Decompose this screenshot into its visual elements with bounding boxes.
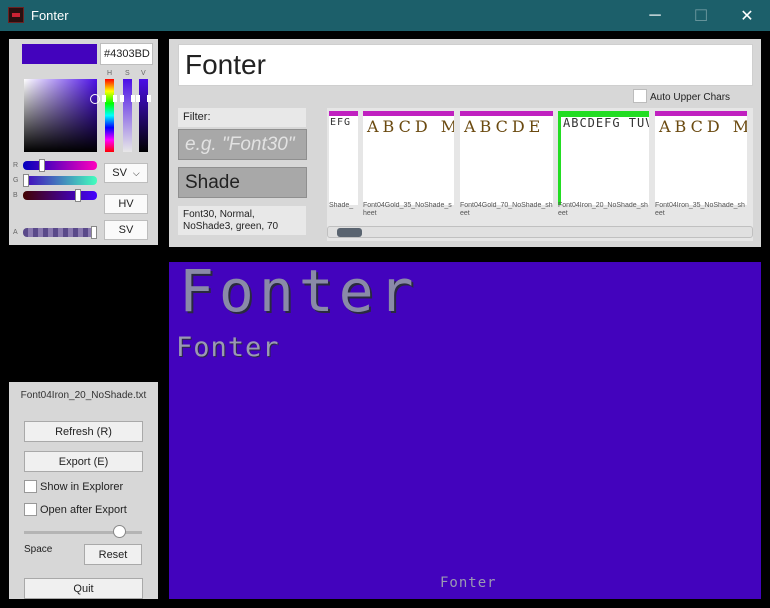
saturation-value-area[interactable] [24, 79, 97, 152]
sv-button[interactable]: SV [104, 220, 148, 240]
open-after-export-label: Open after Export [40, 504, 127, 516]
thumbnail-caption: Font04Iron_20_NoShade_sheet [558, 202, 648, 217]
text-input[interactable]: Fonter [178, 44, 753, 86]
sv-marker[interactable] [90, 94, 100, 104]
quit-button[interactable]: Quit [24, 578, 143, 599]
thumbnail-scrollbar[interactable] [327, 226, 753, 238]
font-thumbnail[interactable]: ABCDE MNOPQ YZabc klmno wxyz( Font04Gold… [460, 111, 553, 219]
current-file-name: Font04Iron_20_NoShade.txt [20, 390, 147, 401]
app-icon [8, 7, 24, 23]
title-bar: Fonter ─ ☐ ✕ [0, 0, 770, 31]
red-slider-knob[interactable] [39, 159, 45, 172]
scrollbar-thumb[interactable] [337, 228, 362, 237]
maximize-button[interactable]: ☐ [678, 0, 724, 31]
font-info-line2: NoShade3, green, 70 [183, 221, 279, 232]
font-thumbnail[interactable]: ABCD MNOP YZab klmn wxyz Font04Iron_35_N… [655, 111, 747, 219]
alpha-label: A [13, 229, 18, 236]
thumbnail-caption: Font04Gold_35_NoShade_sheet [363, 202, 452, 217]
alpha-slider-knob[interactable] [91, 226, 97, 239]
space-slider-knob[interactable] [113, 525, 126, 538]
thumbnail-caption: Font04Iron_35_NoShade_sheet [655, 202, 745, 217]
color-swatch [22, 44, 97, 64]
hex-color-input[interactable]: #4303BD [100, 43, 153, 65]
window-title: Fonter [31, 8, 69, 23]
show-in-explorer-label: Show in Explorer [40, 481, 124, 493]
preview-text-medium: Fonter [176, 332, 280, 363]
close-button[interactable]: ✕ [724, 0, 770, 31]
blue-slider[interactable] [23, 191, 97, 200]
green-label: G [13, 177, 19, 184]
font-thumbnail[interactable]: EFG XYZ s t u : , ` \ / Shade_ [329, 111, 358, 219]
red-slider[interactable] [23, 161, 97, 170]
font-thumbnails: EFG XYZ s t u : , ` \ / Shade_ ABCD MNOP… [327, 108, 753, 224]
thumbnail-glyphs: ABCD MNOP YZab klmn wxyz [363, 111, 454, 205]
color-mode-value: SV [112, 167, 127, 179]
thumbnail-glyphs: ABCD MNOP YZab klmn wxyz [655, 111, 747, 205]
saturation-slider-knob[interactable] [120, 95, 135, 102]
minimize-button[interactable]: ─ [632, 0, 678, 31]
color-picker-panel: #4303BD H S V R G B A SV ⌵ HV SV [9, 39, 158, 245]
thumbnail-caption: Shade_ [329, 202, 354, 209]
export-button[interactable]: Export (E) [24, 451, 143, 472]
font-info: Font30, Normal, NoShade3, green, 70 [178, 206, 306, 235]
settings-panel: Font04Iron_20_NoShade.txt Refresh (R) Ex… [9, 382, 158, 599]
blue-slider-knob[interactable] [75, 189, 81, 202]
font-thumbnail-list: EFG XYZ s t u : , ` \ / Shade_ ABCD MNOP… [327, 108, 753, 241]
alpha-slider[interactable] [23, 228, 97, 237]
green-slider[interactable] [23, 176, 97, 185]
refresh-button[interactable]: Refresh (R) [24, 421, 143, 442]
chevron-down-icon: ⌵ [132, 167, 140, 178]
preview-text-small: Fonter [440, 575, 497, 591]
hue-slider-knob[interactable] [102, 95, 117, 102]
hue-slider[interactable] [105, 79, 114, 152]
value-slider[interactable] [139, 79, 148, 152]
open-after-export-checkbox[interactable] [24, 503, 37, 516]
saturation-slider[interactable] [123, 79, 132, 152]
hv-button[interactable]: HV [104, 194, 148, 214]
green-slider-knob[interactable] [23, 174, 29, 187]
thumbnail-glyphs: ABCDE MNOPQ YZabc klmno wxyz( [460, 111, 553, 205]
value-slider-knob[interactable] [136, 95, 151, 102]
preview-text-large: Fonter [179, 262, 419, 325]
auto-upper-chars-label: Auto Upper Chars [650, 92, 731, 103]
hue-label: H [107, 70, 113, 77]
preview-area: Fonter Fonter Fonter [169, 262, 761, 599]
editor-panel: Fonter Auto Upper Chars Filter: e.g. "Fo… [169, 39, 761, 247]
blue-label: B [13, 192, 18, 199]
color-mode-select[interactable]: SV ⌵ [104, 163, 148, 183]
thumbnail-caption: Font04Gold_70_NoShade_sheet [460, 202, 553, 217]
font-info-line1: Font30, Normal, [183, 209, 255, 220]
red-label: R [13, 162, 19, 169]
font-thumbnail[interactable]: ABCD MNOP YZab klmn wxyz Font04Gold_35_N… [363, 111, 454, 219]
auto-upper-chars-checkbox[interactable] [633, 89, 647, 103]
filter-input[interactable]: e.g. "Font30" [178, 129, 307, 160]
value-label: V [141, 70, 146, 77]
shade-button[interactable]: Shade [178, 167, 307, 198]
thumbnail-glyphs: ABCDEFG TUVWXYZ mnopqrs 6789., :[]|`\/ % [558, 111, 649, 205]
font-thumbnail-selected[interactable]: ABCDEFG TUVWXYZ mnopqrs 6789., :[]|`\/ %… [558, 111, 649, 219]
show-in-explorer-checkbox[interactable] [24, 480, 37, 493]
reset-button[interactable]: Reset [84, 544, 142, 565]
saturation-label: S [125, 70, 130, 77]
space-label: Space [24, 544, 53, 555]
filter-label: Filter: [178, 108, 306, 127]
thumbnail-glyphs: EFG XYZ s t u : , ` \ / [329, 111, 358, 205]
